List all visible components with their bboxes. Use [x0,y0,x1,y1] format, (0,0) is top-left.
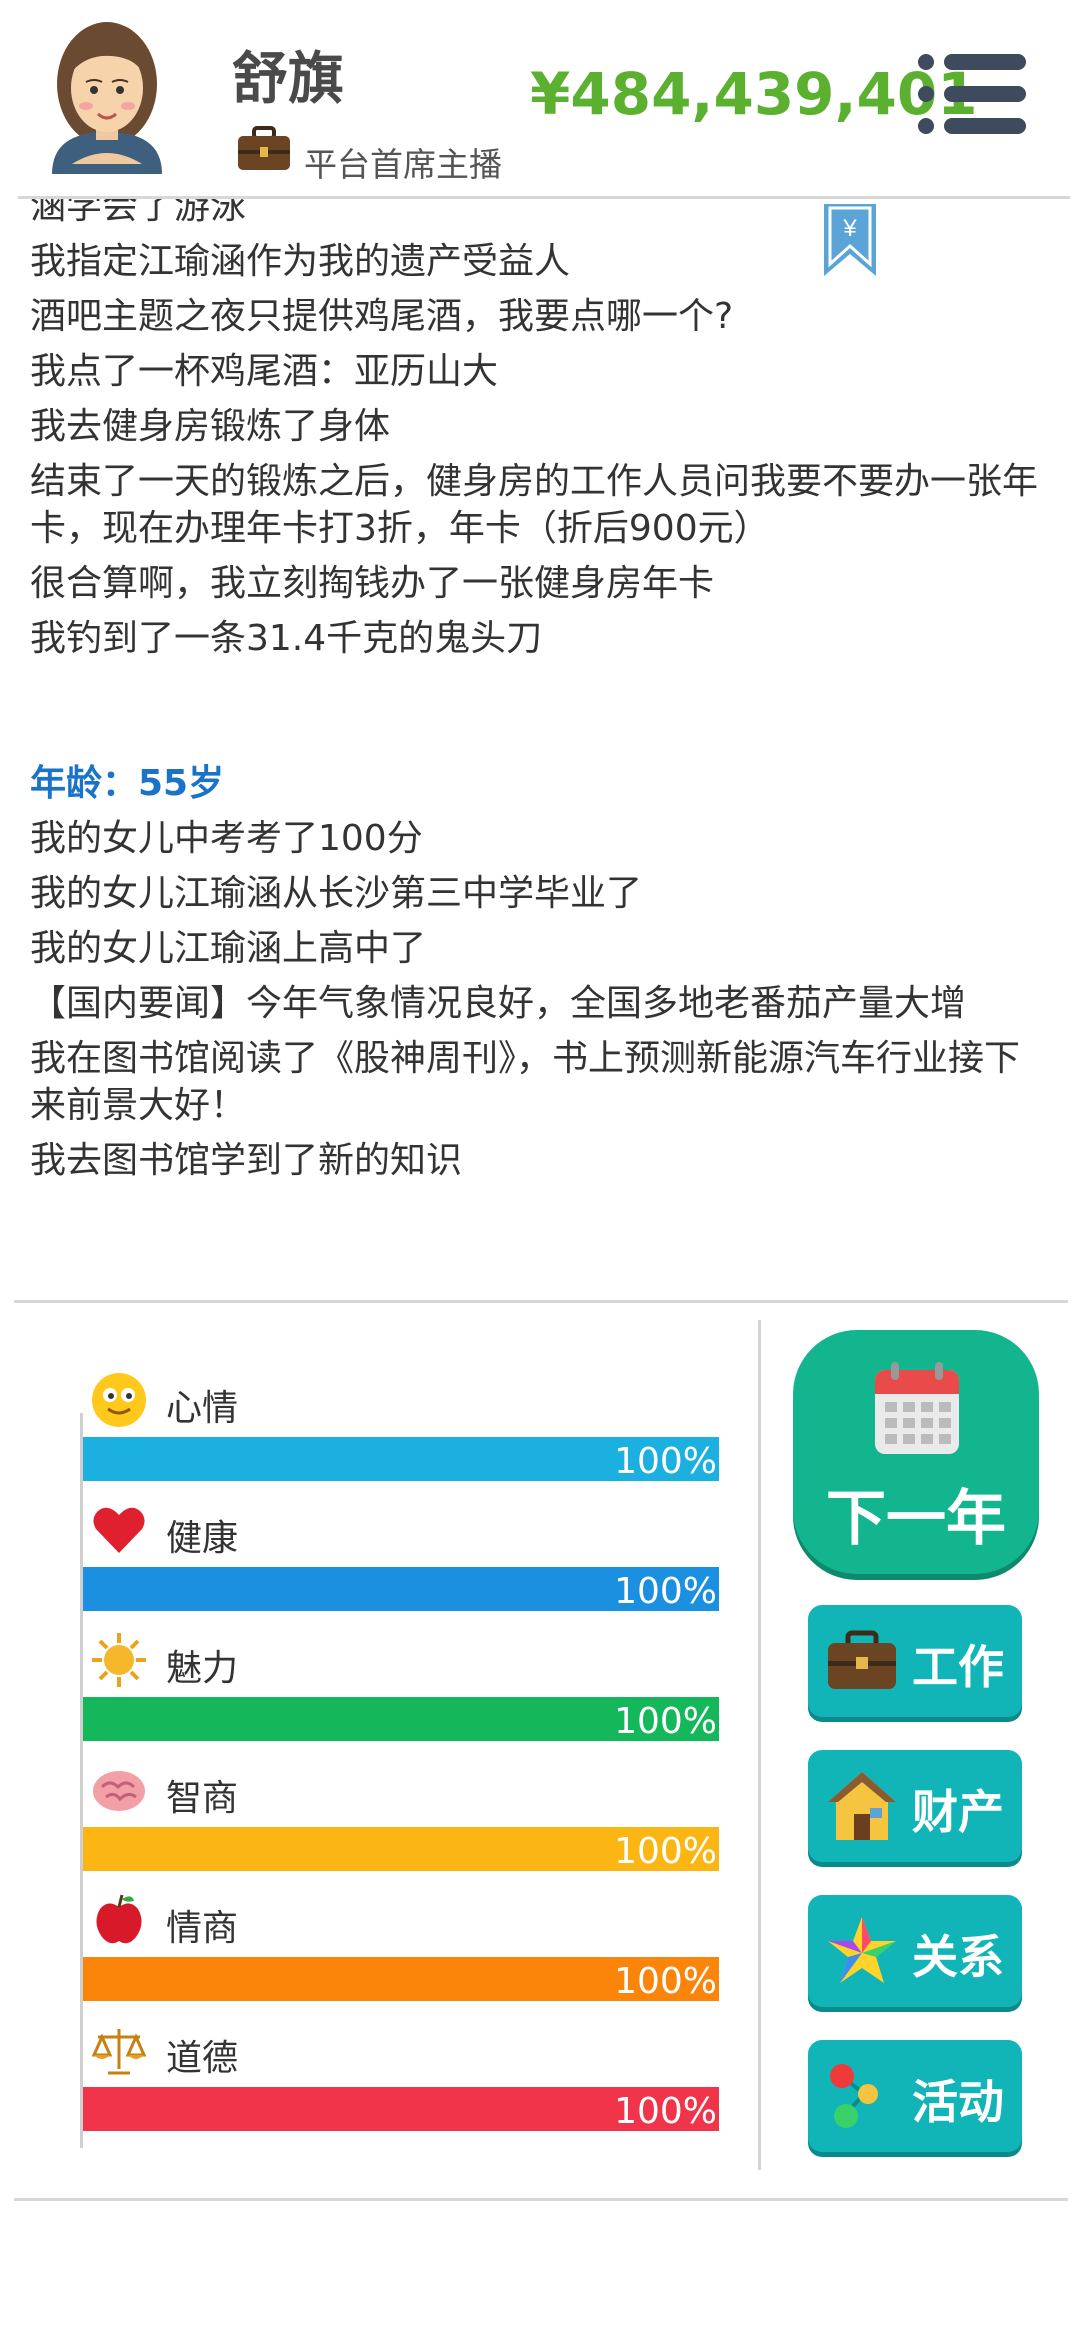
stat-bar: 100% [83,1957,719,2002]
stat-3: 智商 100% [80,1761,720,1881]
stat-percent: 100% [614,1961,717,2002]
stat-bar: 100% [83,1697,719,1742]
log-line: 我钓到了一条31.4千克的鬼头刀 [30,618,543,659]
star-icon [828,1917,896,1983]
menu-icon[interactable] [918,52,1028,136]
header: 舒旗 平台首席主播 ¥484,439,401 [0,0,1080,196]
next-year-label: 下一年 [826,1484,1006,1554]
log-line: 涵学会了游泳 [30,199,247,227]
stats-panel: 心情 100% 健康 100% 魅力 100% 智商 100% 情商 100% 道德 100% [0,1303,760,2183]
sun-icon [90,1631,148,1689]
work-button[interactable]: 工作 [808,1605,1022,1717]
stat-label: 心情 [166,1388,239,1429]
stat-bar: 100% [83,1437,719,1482]
stat-bar: 100% [83,1827,719,1872]
smiley-icon [90,1371,148,1429]
stat-percent: 100% [614,2091,717,2132]
avatar[interactable] [42,14,172,174]
apple-icon [90,1891,148,1949]
money-bookmark-icon[interactable]: ¥ [822,202,878,278]
stat-bar: 100% [83,1567,719,1612]
property-label: 财产 [912,1785,1004,1839]
age-heading: 年龄：55岁 [30,763,225,804]
stat-label: 情商 [166,1908,239,1949]
briefcase-icon [238,126,290,170]
log-line: 我的女儿江瑜涵上高中了 [30,928,427,969]
money-balance: ¥484,439,401 [530,60,978,128]
next-year-button[interactable]: 下一年 [793,1330,1039,1574]
stat-label: 健康 [166,1518,239,1559]
stat-0: 心情 100% [80,1371,720,1491]
stat-label: 智商 [166,1778,239,1819]
stat-4: 情商 100% [80,1891,720,2011]
briefcase-icon [828,1630,896,1689]
stat-5: 道德 100% [80,2021,720,2141]
stat-percent: 100% [614,1831,717,1872]
log-line: 酒吧主题之夜只提供鸡尾酒，我要点哪一个? [30,296,734,337]
job-title: 平台首席主播 [304,145,502,184]
event-log[interactable]: 涵学会了游泳 我指定江瑜涵作为我的遗产受益人酒吧主题之夜只提供鸡尾酒，我要点哪一… [0,199,1080,1299]
log-line: 我的女儿江瑜涵从长沙第三中学毕业了 [30,873,643,914]
log-line: 我指定江瑜涵作为我的遗产受益人 [30,241,571,282]
log-line: 我在图书馆阅读了《股神周刊》，书上预测新能源汽车行业接下来前景大好！ [30,1038,1021,1126]
vertical-divider [758,1320,761,2170]
calendar-icon [875,1362,959,1454]
log-line: 我去健身房锻炼了身体 [30,406,391,447]
footer-divider [14,2198,1068,2201]
relations-button[interactable]: 关系 [808,1895,1022,2007]
activities-label: 活动 [912,2075,1004,2129]
stat-2: 魅力 100% [80,1631,720,1751]
stat-percent: 100% [614,1571,717,1612]
log-line: 结束了一天的锻炼之后，健身房的工作人员问我要不要办一张年卡，现在办理年卡打3折，… [30,461,1039,549]
work-label: 工作 [912,1640,1004,1694]
brain-icon [90,1761,148,1819]
activities-button[interactable]: 活动 [808,2040,1022,2152]
scales-icon [90,2021,148,2079]
log-line: 很合算啊，我立刻掏钱办了一张健身房年卡 [30,563,715,604]
house-icon [828,1772,896,1840]
stat-bar: 100% [83,2087,719,2132]
heart-icon [90,1501,148,1559]
property-button[interactable]: 财产 [808,1750,1022,1862]
log-line: 我点了一杯鸡尾酒：亚历山大 [30,351,499,392]
stat-percent: 100% [614,1701,717,1742]
stat-label: 魅力 [166,1648,239,1689]
activity-dots-icon [830,2064,878,2128]
log-line: 我去图书馆学到了新的知识 [30,1140,463,1181]
stat-1: 健康 100% [80,1501,720,1621]
log-line: 我的女儿中考考了100分 [30,818,423,859]
stat-percent: 100% [614,1441,717,1482]
player-name: 舒旗 [232,47,344,112]
svg-text:¥: ¥ [842,215,857,242]
stat-label: 道德 [166,2038,239,2079]
log-line: 【国内要闻】今年气象情况良好，全国多地老番茄产量大增 [30,983,967,1024]
relations-label: 关系 [912,1930,1004,1984]
